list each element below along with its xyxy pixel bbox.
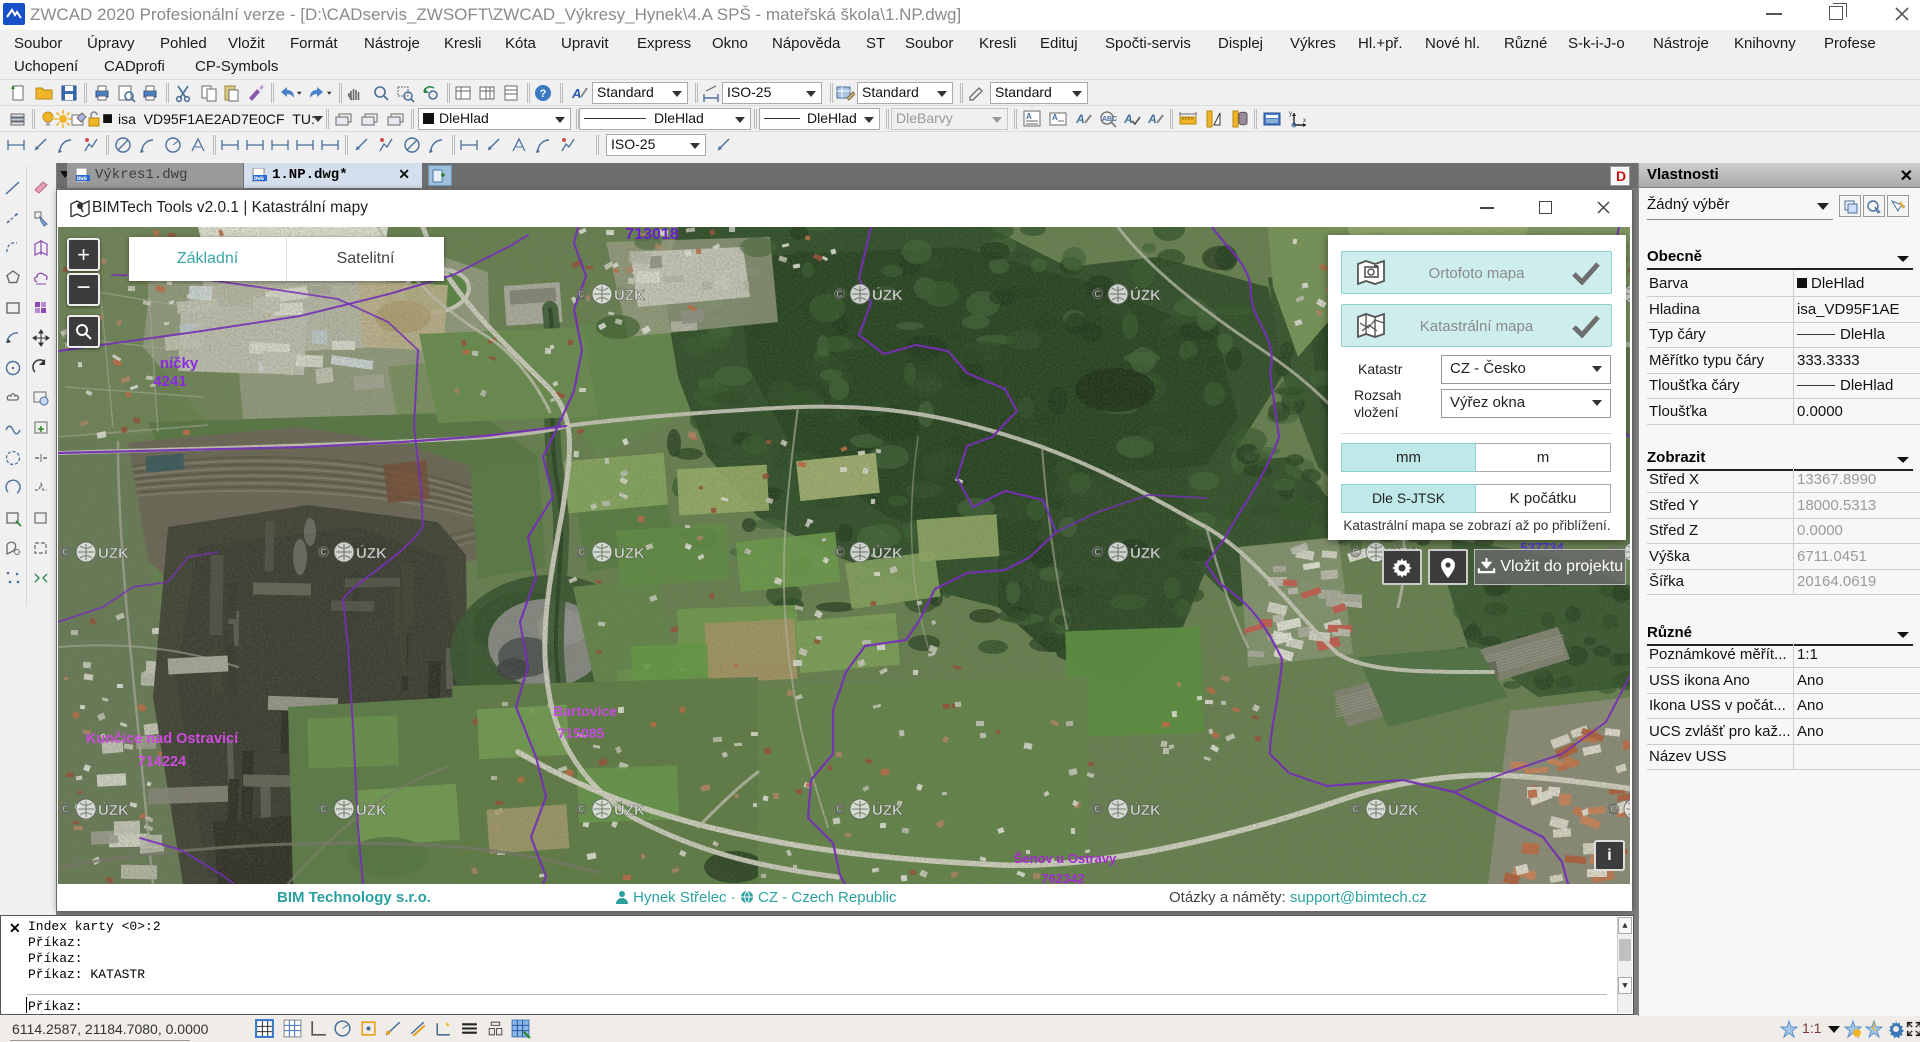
svg-text:ÚZK: ÚZK [1130,286,1161,304]
svg-text:ÚZK: ÚZK [1130,801,1161,819]
svg-text:715085: 715085 [558,725,605,741]
svg-text:ÚZK: ÚZK [98,801,129,819]
svg-text:A: A [1026,112,1032,121]
svg-text:DWG: DWG [254,175,265,182]
svg-text:y: y [1289,111,1292,117]
svg-text:©: © [1608,801,1619,818]
svg-text:©: © [60,801,71,818]
svg-text:©: © [576,286,587,303]
svg-text:ÚZK: ÚZK [356,801,387,819]
svg-text:©: © [1092,286,1103,303]
svg-text:DWG: DWG [77,175,88,182]
svg-text:ÚZK: ÚZK [872,544,903,562]
svg-text:?: ? [540,88,547,100]
svg-text:ÚZK: ÚZK [614,801,645,819]
svg-text:©: © [834,801,845,818]
svg-text:ÚZK: ÚZK [614,286,645,304]
svg-text:©: © [318,801,329,818]
svg-text:ÚZK: ÚZK [356,544,387,562]
svg-text:A: A [1123,112,1133,126]
svg-text:©: © [318,544,329,561]
svg-text:©: © [1092,801,1103,818]
svg-text:ABC: ABC [1102,116,1117,123]
svg-text:©: © [576,544,587,561]
svg-text:ÚZK: ÚZK [1388,801,1419,819]
svg-text:4241: 4241 [153,373,186,390]
svg-text:©: © [1350,801,1361,818]
svg-text:©: © [834,544,845,561]
svg-text:A: A [1147,112,1157,126]
svg-text:x: x [1303,118,1306,124]
svg-text:A: A [1075,112,1085,126]
svg-text:762342: 762342 [1041,871,1084,884]
svg-text:Bartovice: Bartovice [553,703,617,719]
svg-text:A: A [571,86,581,101]
svg-text:714224: 714224 [138,754,186,770]
svg-text:©: © [1350,544,1361,561]
svg-text:©: © [834,286,845,303]
svg-text:níčky: níčky [160,355,199,372]
svg-text:Šenov u Ostravy: Šenov u Ostravy [1014,851,1117,866]
svg-text:ÚZK: ÚZK [1130,544,1161,562]
svg-text:ÚZK: ÚZK [872,801,903,819]
svg-text:ÚZK: ÚZK [614,544,645,562]
svg-text:ÚZK: ÚZK [872,286,903,304]
svg-text:©: © [1092,544,1103,561]
svg-text:Kunčice nad Ostravicí: Kunčice nad Ostravicí [86,731,239,747]
svg-text:713018: 713018 [625,227,678,243]
svg-text:A: A [1052,113,1058,122]
svg-text:©: © [60,544,71,561]
svg-text:©: © [576,801,587,818]
svg-text:ÚZK: ÚZK [98,544,129,562]
